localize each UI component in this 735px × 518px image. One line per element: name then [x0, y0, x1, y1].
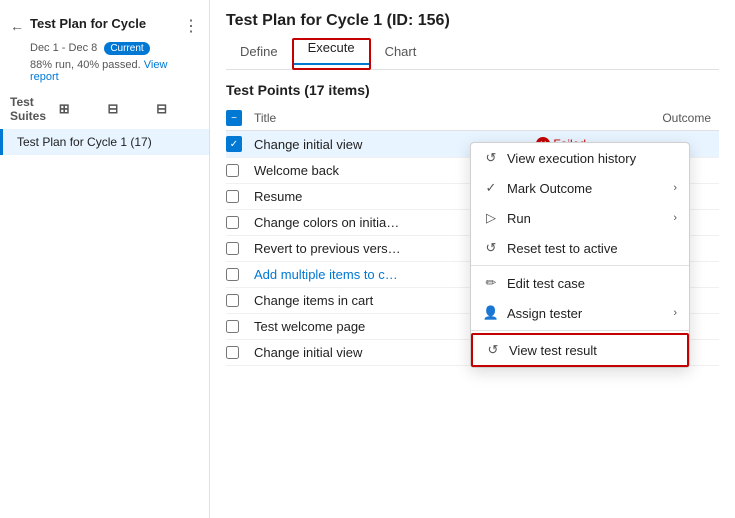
sidebar-date-range: Dec 1 - Dec 8 Current	[0, 40, 209, 57]
run-icon: ▷	[483, 210, 499, 226]
sidebar-header: ← Test Plan for Cycle ⋮	[0, 10, 209, 40]
more-button[interactable]: ⋮	[183, 16, 199, 36]
col-header-outcome: Outcome	[599, 111, 719, 125]
context-menu: ↺ View execution history ✓ Mark Outcome …	[470, 142, 690, 368]
content-area: Test Points (17 items) − Title Outcome C…	[210, 70, 735, 518]
result-icon: ↺	[485, 342, 501, 358]
row-checkbox[interactable]	[226, 164, 254, 177]
row-checkbox[interactable]	[226, 268, 254, 281]
reset-icon: ↺	[483, 240, 499, 256]
col-header-title: Title	[254, 111, 599, 125]
tab-bar: Define Execute Chart	[226, 38, 719, 70]
current-badge: Current	[104, 42, 149, 55]
row-title: Test welcome page	[254, 319, 474, 334]
arrow-right-icon: ›	[673, 182, 677, 194]
menu-divider	[471, 265, 689, 266]
row-title: Change initial view	[254, 345, 474, 360]
row-checkbox[interactable]	[226, 216, 254, 229]
row-title: Change items in cart	[254, 293, 474, 308]
row-checkbox[interactable]	[226, 190, 254, 203]
table-header: − Title Outcome	[226, 106, 719, 131]
arrow-right-icon: ›	[673, 212, 677, 224]
test-suites-header: Test Suites ⊞ ⊟ ⊟	[0, 89, 209, 129]
page-title: Test Plan for Cycle 1 (ID: 156)	[226, 12, 719, 30]
checked-box	[226, 136, 242, 152]
section-title: Test Points (17 items)	[226, 82, 719, 98]
row-checkbox[interactable]	[226, 242, 254, 255]
history-icon: ↺	[483, 150, 499, 166]
person-icon: 👤	[483, 305, 499, 321]
tab-execute-wrap: Execute	[292, 38, 371, 70]
row-title[interactable]: Add multiple items to c…	[254, 267, 474, 282]
menu-item-assign-tester[interactable]: 👤 Assign tester ›	[471, 298, 689, 328]
main-header: Test Plan for Cycle 1 (ID: 156) Define E…	[210, 0, 735, 70]
back-button[interactable]: ←	[10, 18, 24, 34]
row-title: Welcome back	[254, 163, 474, 178]
menu-item-reset-test[interactable]: ↺ Reset test to active	[471, 233, 689, 263]
row-checkbox[interactable]	[226, 320, 254, 333]
row-title: Resume	[254, 189, 474, 204]
row-checkbox[interactable]	[226, 136, 254, 152]
suite-icon-2[interactable]: ⊟	[108, 101, 151, 117]
suite-item[interactable]: Test Plan for Cycle 1 (17)	[0, 129, 209, 155]
row-checkbox[interactable]	[226, 294, 254, 307]
row-checkbox[interactable]	[226, 346, 254, 359]
row-title: Revert to previous vers…	[254, 241, 474, 256]
arrow-right-icon: ›	[673, 307, 677, 319]
menu-item-view-test-result[interactable]: ↺ View test result	[471, 333, 689, 367]
sidebar: ← Test Plan for Cycle ⋮ Dec 1 - Dec 8 Cu…	[0, 0, 210, 518]
row-title: Change colors on initia…	[254, 215, 474, 230]
header-check-col: −	[226, 110, 254, 126]
tab-chart[interactable]: Chart	[371, 38, 431, 69]
row-title: Change initial view	[254, 137, 474, 152]
sidebar-stat: 88% run, 40% passed. View report	[0, 57, 209, 89]
tab-define[interactable]: Define	[226, 38, 292, 69]
tab-execute[interactable]: Execute	[294, 34, 369, 65]
suite-icon-3[interactable]: ⊟	[156, 101, 199, 117]
menu-item-run[interactable]: ▷ Run ›	[471, 203, 689, 233]
menu-item-mark-outcome[interactable]: ✓ Mark Outcome ›	[471, 173, 689, 203]
main-content: Test Plan for Cycle 1 (ID: 156) Define E…	[210, 0, 735, 518]
sidebar-title: Test Plan for Cycle	[30, 16, 177, 31]
edit-icon: ✏	[483, 275, 499, 291]
menu-divider	[471, 330, 689, 331]
menu-item-view-execution-history[interactable]: ↺ View execution history	[471, 143, 689, 173]
suite-icon-1[interactable]: ⊞	[59, 101, 102, 117]
checkmark-icon: ✓	[483, 180, 499, 196]
menu-item-edit-test-case[interactable]: ✏ Edit test case	[471, 268, 689, 298]
